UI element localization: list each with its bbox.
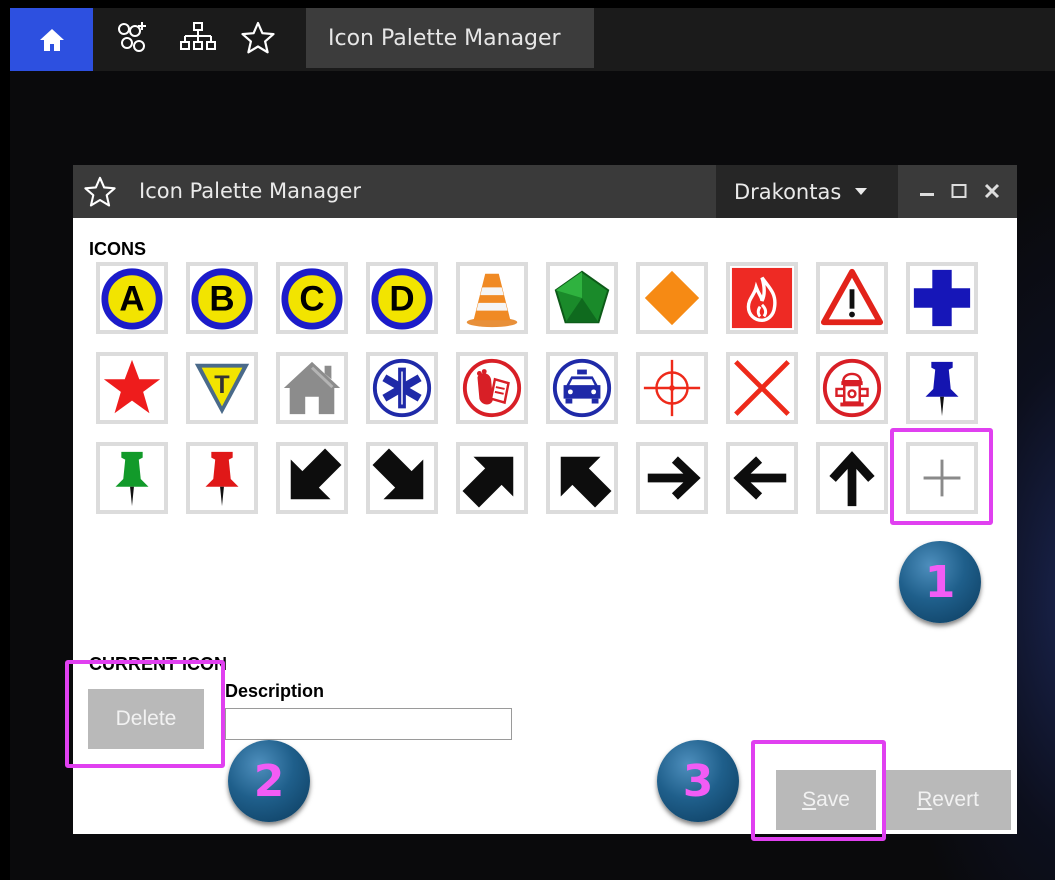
minimize-button[interactable]	[916, 179, 938, 203]
org-chart-button[interactable]	[178, 18, 218, 58]
top-toolbar: Icon Palette Manager	[10, 8, 1055, 71]
home-icon	[39, 28, 64, 51]
icon-letter-c-marker[interactable]: C	[276, 262, 348, 334]
tab-icon-palette-manager[interactable]: Icon Palette Manager	[306, 8, 594, 68]
orange-diamond-icon	[644, 270, 700, 326]
icon-police-car[interactable]	[546, 352, 618, 424]
icon-letter: A	[119, 280, 144, 319]
fire-hydrant-icon	[822, 358, 882, 418]
icon-letter-d-marker[interactable]: D	[366, 262, 438, 334]
arrow-right-icon	[647, 456, 701, 500]
icon-arrow-up[interactable]	[816, 442, 888, 514]
crosshair-icon	[643, 359, 701, 417]
icon-fire-hazard[interactable]	[726, 262, 798, 334]
callout-box-delete	[65, 660, 225, 768]
blue-cross-icon	[913, 269, 971, 327]
arrow-left-icon	[733, 456, 787, 500]
letter-c-marker-icon: C	[281, 268, 343, 330]
icon-arrow-up-right[interactable]	[456, 442, 528, 514]
icon-red-x[interactable]	[726, 352, 798, 424]
icon-traffic-cone[interactable]	[456, 262, 528, 334]
icon-blue-cross[interactable]	[906, 262, 978, 334]
description-label: Description	[225, 681, 325, 701]
icon-arrow-left[interactable]	[726, 442, 798, 514]
arrow-up-icon	[829, 451, 875, 507]
icon-toe-tag[interactable]	[456, 352, 528, 424]
icon-letter: T	[214, 371, 230, 399]
icon-red-pushpin[interactable]	[186, 442, 258, 514]
callout-box-save	[751, 740, 886, 841]
callout-box-add-icon	[890, 428, 993, 525]
tab-label: Icon Palette Manager	[328, 25, 561, 51]
icon-blue-pushpin[interactable]	[906, 352, 978, 424]
letter-b-marker-icon: B	[191, 268, 253, 330]
maximize-button[interactable]	[948, 179, 970, 203]
green-pushpin-icon	[115, 451, 149, 507]
icon-warning-triangle[interactable]	[816, 262, 888, 334]
app-window: Icon Palette Manager Icon Palette Manage…	[10, 8, 1055, 880]
callout-badge-2: 2	[228, 740, 310, 822]
arrow-down-left-icon	[290, 448, 342, 500]
icon-arrow-right[interactable]	[636, 442, 708, 514]
revert-button-label: Revert	[917, 788, 979, 811]
dialog-title: Icon Palette Manager	[139, 179, 362, 203]
callout-badge-3: 3	[657, 740, 739, 822]
letter-t-triangle-icon: T	[194, 363, 250, 415]
arrow-down-right-icon	[372, 448, 424, 500]
toe-tag-icon	[462, 358, 522, 418]
police-car-icon	[552, 358, 612, 418]
chevron-down-icon	[855, 188, 868, 195]
fire-hazard-icon	[731, 267, 793, 329]
house-icon	[283, 361, 341, 415]
icon-star-of-life[interactable]	[366, 352, 438, 424]
user-group-add-icon	[118, 22, 146, 52]
icon-letter: B	[209, 280, 234, 319]
red-x-icon	[734, 360, 790, 416]
icon-arrow-up-left[interactable]	[546, 442, 618, 514]
blue-pushpin-icon	[925, 361, 959, 417]
icon-arrow-down-right[interactable]	[366, 442, 438, 514]
arrow-up-left-icon	[560, 456, 612, 508]
user-dropdown[interactable]: Drakontas	[716, 165, 898, 218]
description-field[interactable]	[225, 708, 512, 740]
icon-letter-b-marker[interactable]: B	[186, 262, 258, 334]
star-icon	[84, 176, 116, 207]
revert-button-label-rest: evert	[932, 788, 979, 811]
red-star-icon	[103, 359, 161, 414]
traffic-cone-icon	[466, 273, 518, 328]
close-icon	[984, 183, 1000, 199]
home-button[interactable]	[10, 8, 93, 71]
favorites-button[interactable]	[238, 18, 278, 58]
green-pentagon-icon	[554, 270, 610, 324]
org-chart-icon	[180, 22, 216, 50]
star-of-life-icon	[372, 358, 432, 418]
icons-section-label: ICONS	[89, 239, 147, 259]
letter-d-marker-icon: D	[371, 268, 433, 330]
icon-crosshair[interactable]	[636, 352, 708, 424]
close-button[interactable]	[981, 179, 1003, 203]
maximize-icon	[951, 184, 967, 198]
icon-green-pushpin[interactable]	[96, 442, 168, 514]
callout-badge-1: 1	[899, 541, 981, 623]
user-dropdown-value: Drakontas	[734, 179, 842, 204]
user-group-add-button[interactable]	[111, 18, 151, 58]
revert-button[interactable]: Revert	[885, 770, 1011, 830]
star-icon	[241, 21, 275, 54]
dialog-title-bar: Icon Palette Manager Drakontas	[73, 165, 1017, 218]
icon-letter-t-triangle[interactable]: T	[186, 352, 258, 424]
minimize-icon	[920, 193, 934, 196]
icon-orange-diamond[interactable]	[636, 262, 708, 334]
icon-green-pentagon[interactable]	[546, 262, 618, 334]
icon-letter: D	[389, 280, 414, 319]
icon-arrow-down-left[interactable]	[276, 442, 348, 514]
icon-letter: C	[299, 280, 324, 319]
warning-triangle-icon	[820, 268, 884, 326]
icon-house[interactable]	[276, 352, 348, 424]
icon-letter-a-marker[interactable]: A	[96, 262, 168, 334]
letter-a-marker-icon: A	[101, 268, 163, 330]
arrow-up-right-icon	[462, 456, 514, 508]
icon-red-star[interactable]	[96, 352, 168, 424]
icon-fire-hydrant[interactable]	[816, 352, 888, 424]
red-pushpin-icon	[205, 451, 239, 507]
